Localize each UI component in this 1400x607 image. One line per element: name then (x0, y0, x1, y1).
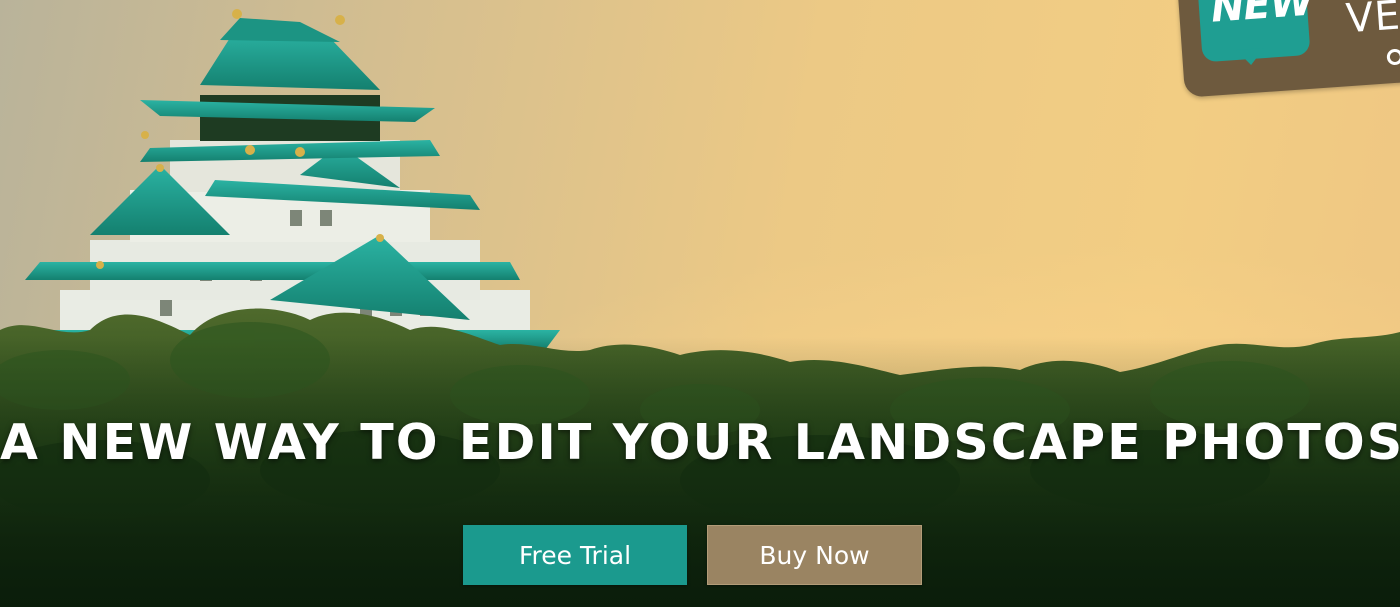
new-version-badge[interactable]: NEW VER (1176, 0, 1400, 98)
buy-now-button[interactable]: Buy Now (707, 525, 922, 585)
speech-bubble-tail (1236, 48, 1266, 66)
hero-headline: A NEW WAY TO EDIT YOUR LANDSCAPE PHOTOS (0, 414, 1400, 471)
bottom-shade (0, 337, 1400, 607)
version-dot-icon (1386, 48, 1400, 66)
free-trial-button[interactable]: Free Trial (463, 525, 687, 585)
version-label: VER (1344, 0, 1400, 43)
